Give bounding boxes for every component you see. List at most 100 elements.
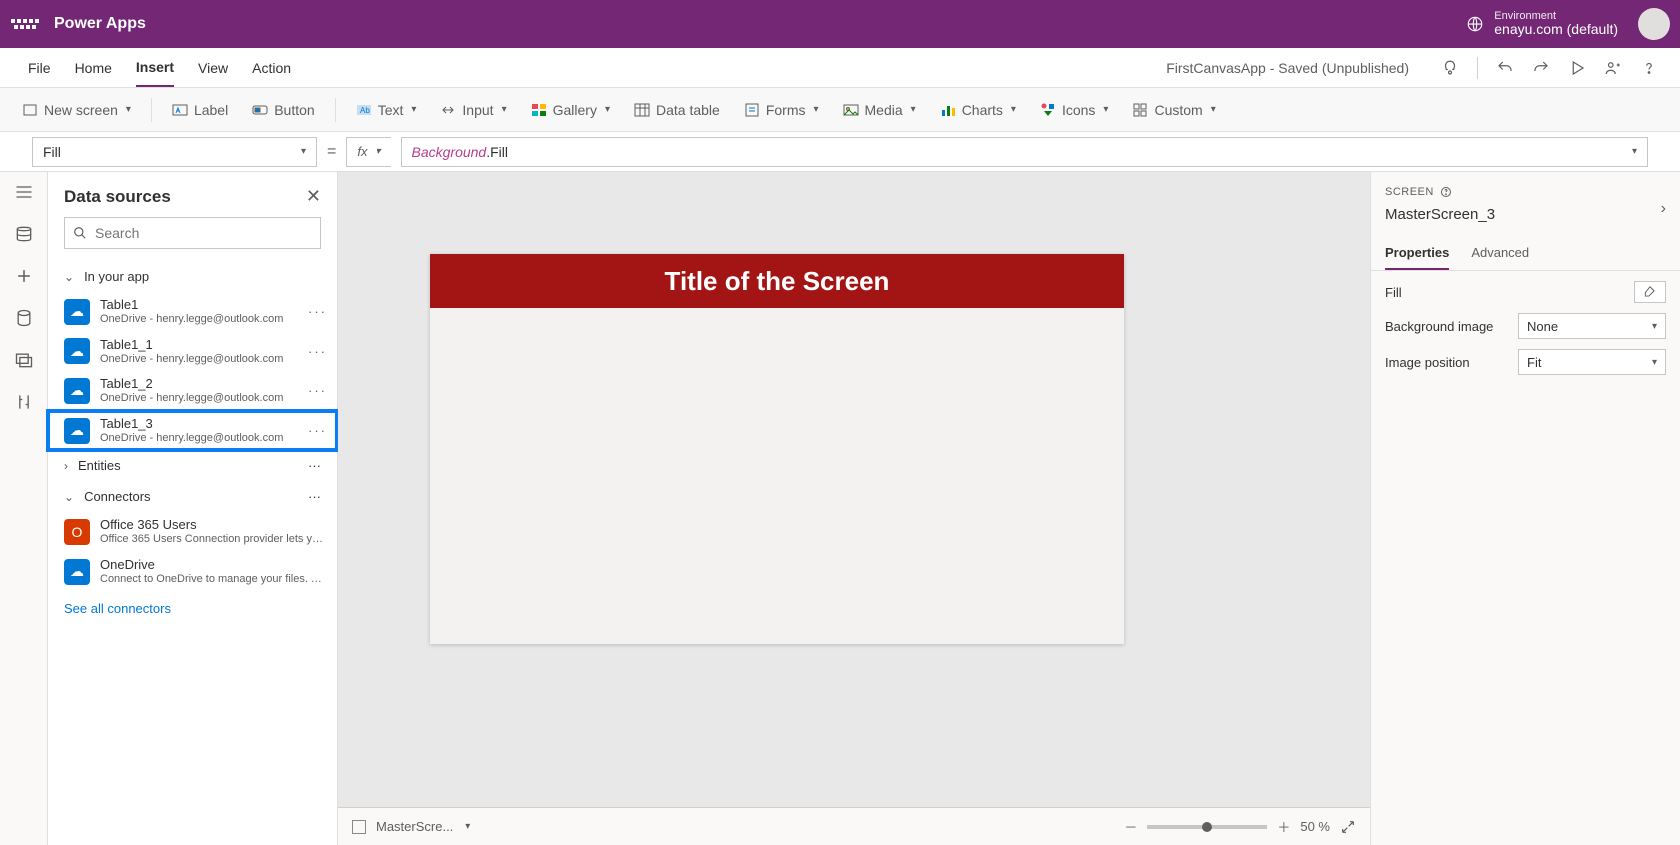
- color-swatch-icon: [1643, 285, 1657, 299]
- charts-label: Charts: [962, 102, 1003, 118]
- background-image-label: Background image: [1385, 319, 1493, 334]
- text-dropdown[interactable]: Ab Text▾: [346, 96, 427, 124]
- icons-dropdown[interactable]: Icons▾: [1030, 96, 1119, 124]
- gallery-label: Gallery: [553, 102, 597, 118]
- environment-picker[interactable]: Environment enayu.com (default): [1466, 10, 1618, 37]
- forms-dropdown[interactable]: Forms▾: [734, 96, 829, 124]
- new-screen-button[interactable]: New screen▾: [12, 96, 141, 124]
- insert-ribbon: New screen▾ Label Button Ab Text▾ Input▾…: [0, 88, 1680, 132]
- button-button[interactable]: Button: [242, 96, 324, 124]
- formula-expand-icon[interactable]: ▾: [1632, 146, 1637, 157]
- more-icon[interactable]: ···: [308, 383, 327, 398]
- environment-value: enayu.com (default): [1494, 22, 1618, 37]
- canvas-footer: MasterScre... ▾ － ＋ 50 %: [338, 807, 1370, 845]
- label-button[interactable]: Label: [162, 96, 238, 124]
- onedrive-icon: ☁: [64, 338, 90, 364]
- fit-to-window-icon[interactable]: [1340, 819, 1356, 835]
- app-launcher-icon[interactable]: [10, 9, 40, 39]
- screen-label: SCREEN: [1385, 186, 1666, 198]
- data-icon[interactable]: [14, 308, 34, 328]
- media-label: Media: [865, 102, 903, 118]
- data-item-table1-3[interactable]: ☁ Table1_3OneDrive - henry.legge@outlook…: [48, 411, 337, 451]
- help-circle-icon[interactable]: [1440, 186, 1452, 198]
- media-rail-icon[interactable]: [14, 350, 34, 370]
- text-label: Text: [378, 102, 404, 118]
- undo-icon[interactable]: [1496, 59, 1514, 77]
- left-rail: [0, 172, 48, 845]
- charts-dropdown[interactable]: Charts▾: [930, 96, 1026, 124]
- menu-file[interactable]: File: [28, 50, 51, 86]
- section-connectors[interactable]: ⌄Connectors ···: [48, 481, 337, 512]
- property-selector[interactable]: Fill ▾: [32, 137, 317, 167]
- screen-name: MasterScreen_3: [1385, 206, 1666, 223]
- zoom-value: 50 %: [1300, 819, 1330, 834]
- zoom-slider[interactable]: [1147, 825, 1267, 829]
- data-item-table1[interactable]: ☁ Table1OneDrive - henry.legge@outlook.c…: [48, 292, 337, 332]
- fill-label: Fill: [1385, 285, 1402, 300]
- custom-dropdown[interactable]: Custom▾: [1122, 96, 1225, 124]
- insert-rail-icon[interactable]: [14, 266, 34, 286]
- icons-label: Icons: [1062, 102, 1095, 118]
- menu-view[interactable]: View: [198, 50, 228, 86]
- canvas[interactable]: Title of the Screen MasterScre... ▾ － ＋ …: [338, 172, 1370, 845]
- screen-title-bar[interactable]: Title of the Screen: [430, 254, 1124, 308]
- formula-prop: .Fill: [486, 144, 508, 160]
- formula-input[interactable]: Background.Fill ▾: [401, 137, 1649, 167]
- data-item-table1-1[interactable]: ☁ Table1_1OneDrive - henry.legge@outlook…: [48, 332, 337, 372]
- play-icon[interactable]: [1568, 59, 1586, 77]
- menu-insert[interactable]: Insert: [136, 49, 174, 87]
- menu-action[interactable]: Action: [252, 50, 291, 86]
- fill-color-picker[interactable]: [1634, 281, 1666, 303]
- input-dropdown[interactable]: Input▾: [430, 96, 516, 124]
- media-dropdown[interactable]: Media▾: [833, 96, 926, 124]
- connector-office365[interactable]: O Office 365 UsersOffice 365 Users Conne…: [48, 512, 337, 552]
- connector-onedrive[interactable]: ☁ OneDriveConnect to OneDrive to manage …: [48, 552, 337, 592]
- zoom-in-button[interactable]: ＋: [1277, 817, 1290, 836]
- label-label: Label: [194, 102, 228, 118]
- suite-header: Power Apps Environment enayu.com (defaul…: [0, 0, 1680, 48]
- hamburger-icon[interactable]: [14, 182, 34, 202]
- tab-properties[interactable]: Properties: [1385, 237, 1449, 270]
- help-icon[interactable]: [1640, 59, 1658, 77]
- image-position-label: Image position: [1385, 355, 1470, 370]
- footer-screen-name[interactable]: MasterScre...: [376, 819, 453, 834]
- datatable-label: Data table: [656, 102, 720, 118]
- gallery-dropdown[interactable]: Gallery▾: [521, 96, 620, 124]
- input-label: Input: [462, 102, 493, 118]
- more-icon[interactable]: ···: [308, 489, 321, 504]
- advanced-tools-icon[interactable]: [14, 392, 34, 412]
- user-avatar[interactable]: [1638, 8, 1670, 40]
- new-screen-label: New screen: [44, 102, 118, 118]
- see-all-connectors-link[interactable]: See all connectors: [48, 591, 337, 626]
- section-in-your-app[interactable]: ⌄In your app: [48, 261, 337, 292]
- more-icon[interactable]: ···: [308, 458, 321, 473]
- more-icon[interactable]: ···: [308, 304, 327, 319]
- more-icon[interactable]: ···: [308, 344, 327, 359]
- chevron-right-icon[interactable]: ›: [1661, 200, 1666, 218]
- section-entities[interactable]: ›Entities ···: [48, 450, 337, 481]
- forms-label: Forms: [766, 102, 806, 118]
- redo-icon[interactable]: [1532, 59, 1550, 77]
- menu-home[interactable]: Home: [75, 50, 112, 86]
- select-screen-checkbox[interactable]: [352, 820, 366, 834]
- app-status: FirstCanvasApp - Saved (Unpublished): [1166, 48, 1419, 87]
- fx-button[interactable]: fx▾: [346, 137, 390, 167]
- tree-view-icon[interactable]: [14, 224, 34, 244]
- data-sources-panel: Data sources ✕ ⌄In your app ☁ Table1OneD…: [48, 172, 338, 845]
- tab-advanced[interactable]: Advanced: [1471, 237, 1529, 270]
- close-icon[interactable]: ✕: [306, 186, 321, 207]
- more-icon[interactable]: ···: [308, 423, 327, 438]
- image-position-select[interactable]: Fit▾: [1518, 349, 1666, 375]
- button-label: Button: [274, 102, 314, 118]
- screen-artboard[interactable]: Title of the Screen: [430, 254, 1124, 644]
- zoom-out-button[interactable]: －: [1124, 817, 1137, 836]
- search-field[interactable]: [95, 225, 312, 241]
- background-image-select[interactable]: None▾: [1518, 313, 1666, 339]
- search-input[interactable]: [64, 217, 321, 249]
- share-icon[interactable]: [1604, 59, 1622, 77]
- app-checker-icon[interactable]: [1441, 59, 1459, 77]
- datatable-button[interactable]: Data table: [624, 96, 730, 124]
- data-item-table1-2[interactable]: ☁ Table1_2OneDrive - henry.legge@outlook…: [48, 371, 337, 411]
- search-icon: [73, 226, 87, 240]
- chevron-down-icon[interactable]: ▾: [465, 821, 470, 832]
